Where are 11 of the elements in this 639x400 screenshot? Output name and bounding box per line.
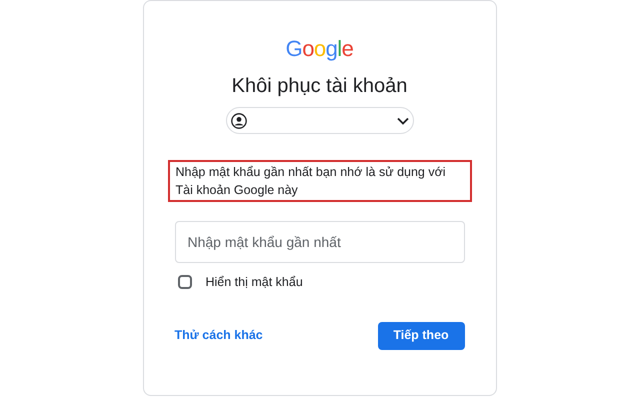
try-another-way-link[interactable]: Thử cách khác: [174, 326, 263, 346]
show-password-checkbox[interactable]: [178, 275, 192, 290]
logo: Google: [286, 37, 354, 61]
password-field[interactable]: Nhập mật khẩu gần nhất: [174, 221, 464, 263]
checkbox-label: Hiển thị mật khẩu: [206, 274, 303, 291]
page-title: Khôi phục tài khoản: [232, 74, 408, 99]
next-button[interactable]: Tiếp theo: [378, 322, 464, 350]
avatar-icon: [230, 112, 246, 128]
account-chip[interactable]: [226, 107, 414, 134]
instruction-text: Nhập mật khẩu gần nhất bạn nhớ là sử dụng với Tài khoản Google này: [168, 160, 472, 202]
chevron-icon: [396, 116, 408, 124]
